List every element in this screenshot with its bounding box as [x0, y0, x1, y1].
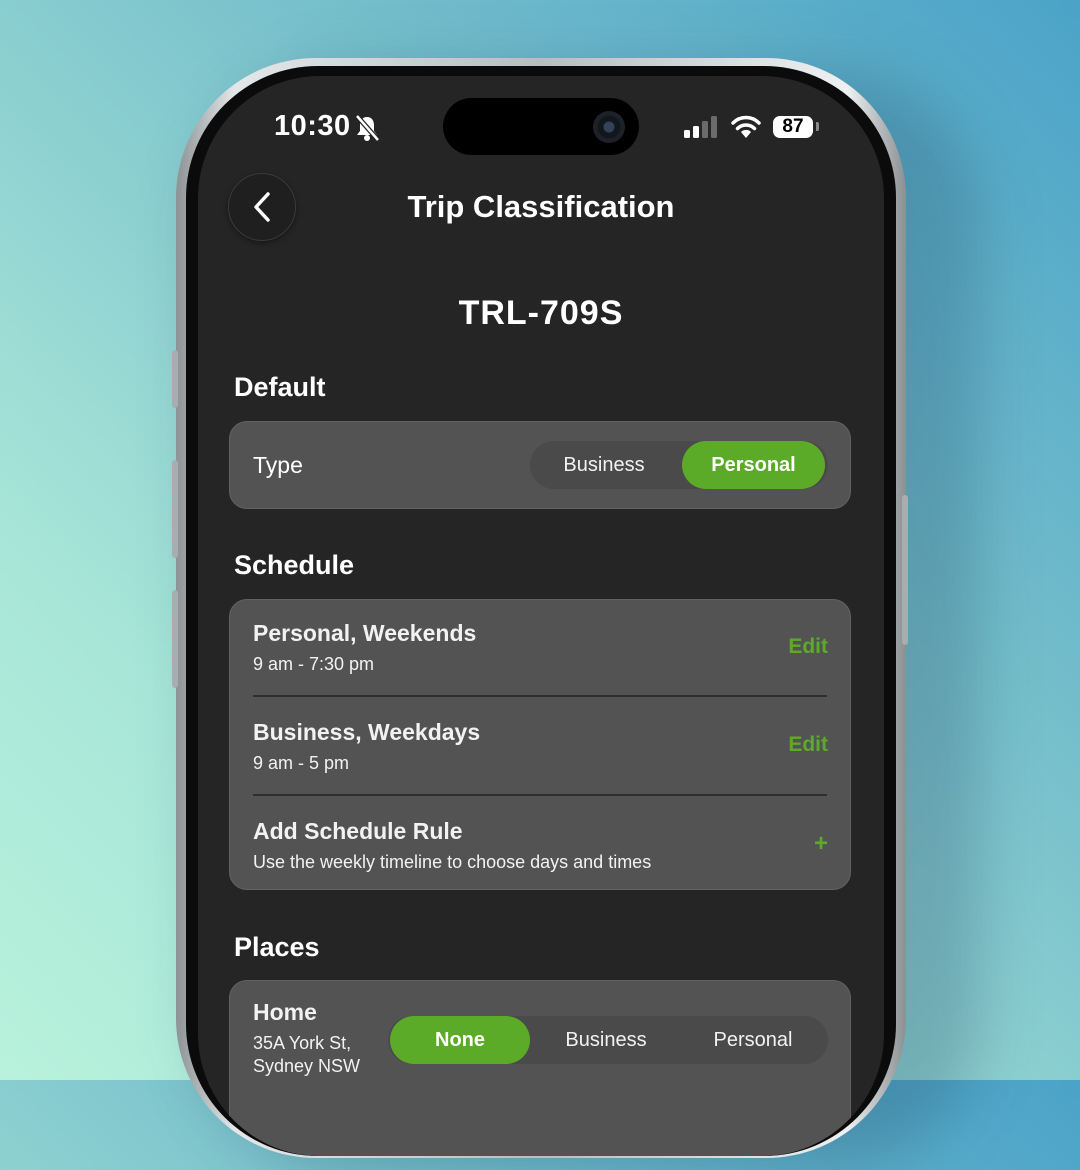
schedule-rule-time: 9 am - 5 pm: [253, 753, 350, 773]
default-section-title: Default: [234, 372, 326, 402]
front-camera: [593, 111, 625, 143]
vehicle-plate: TRL-709S: [458, 294, 624, 332]
place-option-personal[interactable]: Personal: [683, 1016, 823, 1064]
add-schedule-rule-row[interactable]: Add Schedule Rule Use the weekly timelin…: [230, 796, 850, 891]
schedule-rule-title: Business, Weekdays: [253, 719, 481, 745]
place-card-home: Home 35A York St, Sydney NSW None Busine…: [229, 980, 851, 1156]
type-option-personal[interactable]: Personal: [682, 441, 825, 489]
bell-slash-icon: [355, 114, 380, 142]
type-label: Type: [253, 452, 303, 478]
schedule-section-title: Schedule: [234, 550, 355, 580]
place-name: Home: [253, 999, 317, 1025]
schedule-rule-row[interactable]: Personal, Weekends 9 am - 7:30 pm Edit: [230, 600, 850, 696]
add-schedule-rule-hint: Use the weekly timeline to choose days a…: [253, 852, 652, 872]
place-address-line1: 35A York St,: [253, 1033, 352, 1053]
schedule-rule-row[interactable]: Business, Weekdays 9 am - 5 pm Edit: [230, 697, 850, 795]
schedule-card: Personal, Weekends 9 am - 7:30 pm Edit B…: [229, 599, 851, 890]
schedule-rule-title: Personal, Weekends: [253, 620, 477, 646]
place-option-business[interactable]: Business: [536, 1016, 676, 1064]
edit-schedule-button[interactable]: Edit: [788, 733, 828, 757]
plus-icon[interactable]: +: [814, 830, 828, 858]
place-address-line2: Sydney NSW: [253, 1056, 361, 1076]
schedule-rule-time: 9 am - 7:30 pm: [253, 654, 375, 674]
places-section-title: Places: [234, 932, 320, 962]
action-button: [172, 350, 178, 408]
battery-indicator: 87: [773, 116, 813, 138]
wifi-icon: [731, 115, 761, 138]
dynamic-island: [443, 98, 639, 155]
power-button: [902, 495, 908, 645]
volume-down-button: [172, 590, 178, 688]
status-time: 10:30: [274, 110, 351, 142]
place-option-none[interactable]: None: [390, 1016, 530, 1064]
cellular-signal-icon: [684, 116, 717, 138]
place-type-segmented-control: None Business Personal: [388, 1016, 828, 1064]
add-schedule-rule-title: Add Schedule Rule: [253, 818, 463, 844]
edit-schedule-button[interactable]: Edit: [788, 635, 828, 659]
battery-tip: [816, 122, 819, 131]
app-screen: 10:30 87 Trip Classification TRL-709S De…: [198, 76, 884, 1156]
type-option-business[interactable]: Business: [530, 441, 678, 489]
volume-up-button: [172, 460, 178, 558]
type-segmented-control: Business Personal: [530, 441, 828, 489]
page-title: Trip Classification: [407, 189, 675, 224]
default-type-card: Type Business Personal: [229, 421, 851, 509]
